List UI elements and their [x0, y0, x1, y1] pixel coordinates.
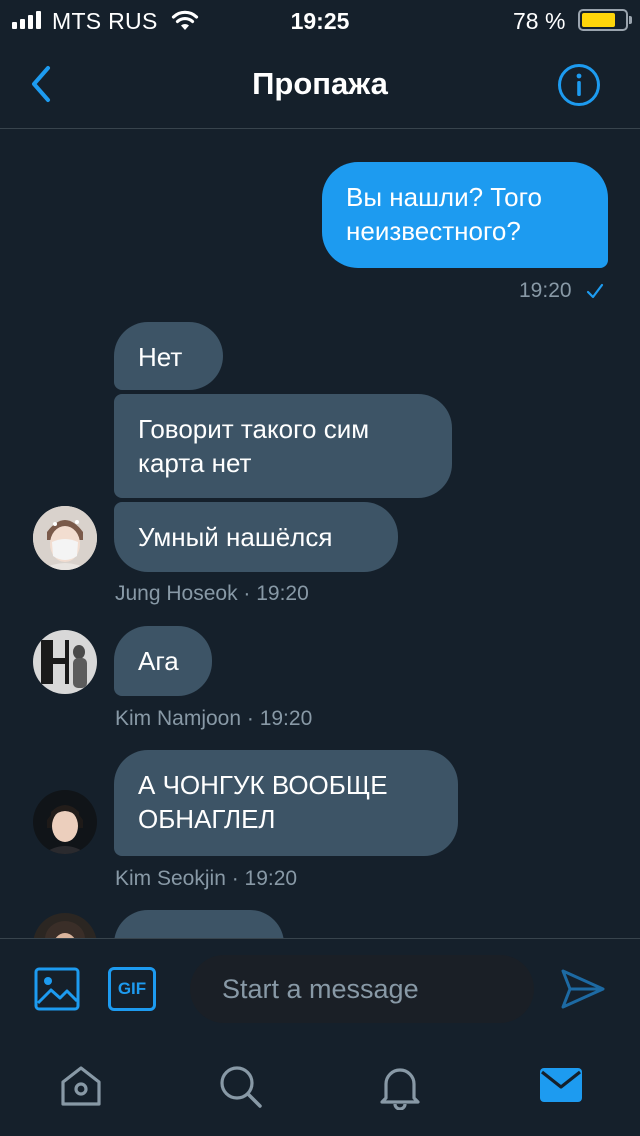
sender-timestamp: Kim Seokjin · 19:20	[115, 867, 298, 890]
conversation-title: Пропажа	[252, 66, 388, 101]
incoming-message[interactable]: Умный нашёлся	[114, 502, 398, 572]
message-thread[interactable]: Вы нашли? Того неизвестного? 19:20 Нет Г…	[0, 130, 640, 938]
search-icon[interactable]	[216, 1062, 264, 1110]
message-text: Ага	[138, 646, 179, 676]
image-icon[interactable]	[34, 967, 80, 1011]
home-icon[interactable]	[57, 1062, 105, 1110]
message-composer: GIF	[0, 938, 640, 1038]
message-text: Нет	[138, 342, 183, 372]
conversation-header: Пропажа	[0, 40, 640, 129]
avatar[interactable]	[33, 790, 97, 854]
avatar[interactable]	[33, 913, 97, 938]
info-icon[interactable]	[557, 63, 601, 107]
mail-icon[interactable]	[537, 1062, 585, 1110]
message-text: Вы нашли? Того неизвестного?	[346, 182, 542, 246]
incoming-message[interactable]: А ЧОНГУК ВООБЩЕ ОБНАГЛЕЛ	[114, 750, 458, 856]
message-text: Говорит такого сим карта нет	[138, 414, 370, 478]
message-text: А ЧОНГУК ВООБЩЕ ОБНАГЛЕЛ	[138, 770, 388, 834]
battery-icon	[578, 9, 632, 31]
outgoing-message[interactable]: Вы нашли? Того неизвестного?	[322, 162, 608, 268]
incoming-message[interactable]: Нет	[114, 322, 223, 390]
avatar[interactable]	[33, 506, 97, 570]
checkmark-icon	[586, 283, 604, 299]
send-icon[interactable]	[560, 967, 606, 1011]
message-input[interactable]	[190, 955, 534, 1023]
incoming-message[interactable]: Говорит такого сим карта нет	[114, 394, 452, 498]
gif-button[interactable]: GIF	[108, 967, 156, 1011]
incoming-message[interactable]	[114, 910, 284, 938]
incoming-message[interactable]: Ага	[114, 626, 212, 696]
bell-icon[interactable]	[376, 1062, 424, 1110]
tab-bar	[0, 1038, 640, 1136]
status-bar: MTS RUS 19:25 78 %	[0, 0, 640, 40]
sender-timestamp: Kim Namjoon · 19:20	[115, 707, 313, 730]
sender-timestamp: Jung Hoseok · 19:20	[115, 582, 309, 605]
message-timestamp: 19:20	[519, 279, 572, 302]
battery-percent: 78 %	[513, 8, 566, 34]
message-text: Умный нашёлся	[138, 522, 333, 552]
avatar[interactable]	[33, 630, 97, 694]
